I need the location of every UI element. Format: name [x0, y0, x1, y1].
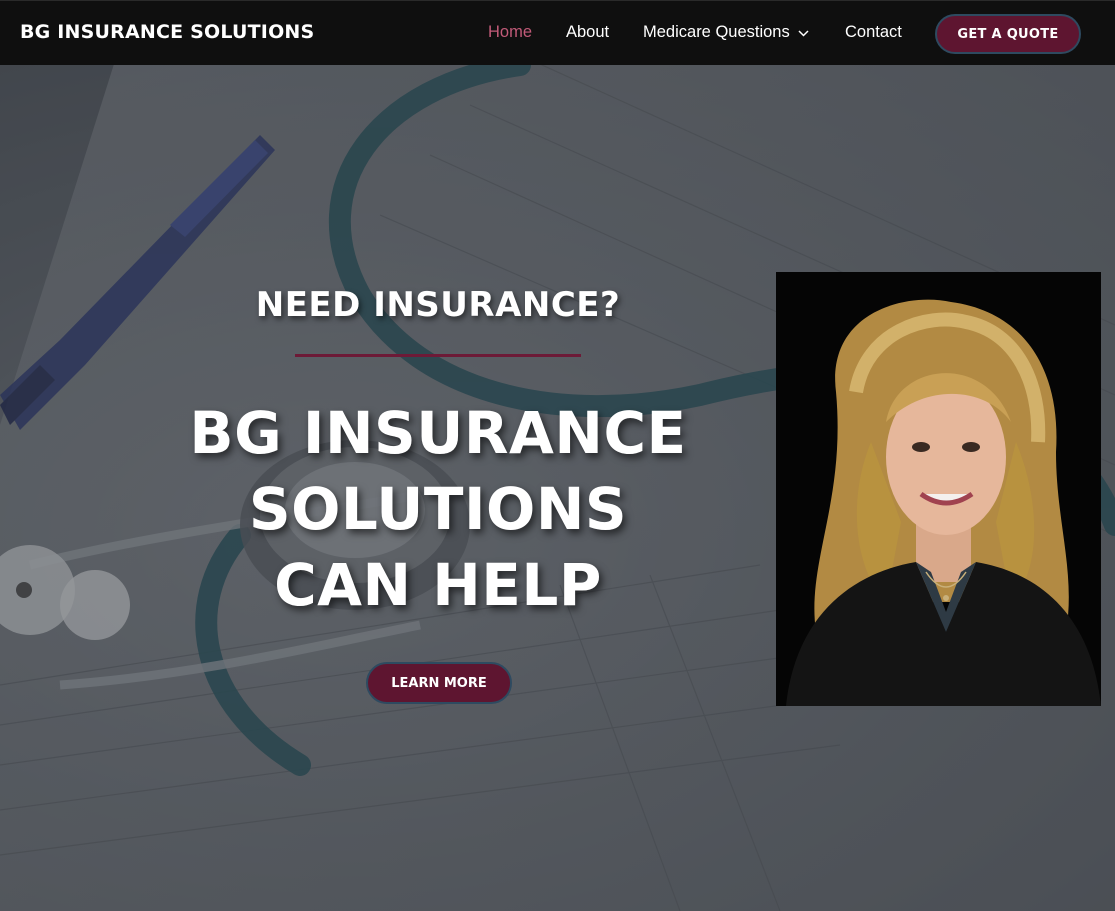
nav-item-home[interactable]: Home [488, 23, 532, 42]
get-a-quote-button[interactable]: GET A QUOTE [935, 14, 1081, 54]
nav-item-contact[interactable]: Contact [845, 23, 902, 42]
nav-item-medicare-label: Medicare Questions [643, 23, 790, 41]
hero-headline-line: SOLUTIONS [248, 475, 628, 543]
hero-divider [295, 354, 581, 357]
nav-item-medicare-questions[interactable]: Medicare Questions [643, 23, 809, 42]
hero-text-block: NEED INSURANCE? BG INSURANCE SOLUTIONS C… [0, 65, 880, 911]
hero-headline-line: BG INSURANCE [189, 399, 687, 467]
hero-section: NEED INSURANCE? BG INSURANCE SOLUTIONS C… [0, 65, 1115, 911]
hero-kicker: NEED INSURANCE? [255, 285, 621, 325]
learn-more-button[interactable]: LEARN MORE [366, 662, 512, 704]
agent-portrait-photo [776, 272, 1101, 706]
hero-headline: BG INSURANCE SOLUTIONS CAN HELP [138, 395, 738, 623]
hero-headline-line: CAN HELP [274, 551, 602, 619]
site-header: BG INSURANCE SOLUTIONS Home About Medica… [0, 0, 1115, 65]
chevron-down-icon [798, 23, 809, 42]
nav-item-about[interactable]: About [566, 23, 609, 42]
